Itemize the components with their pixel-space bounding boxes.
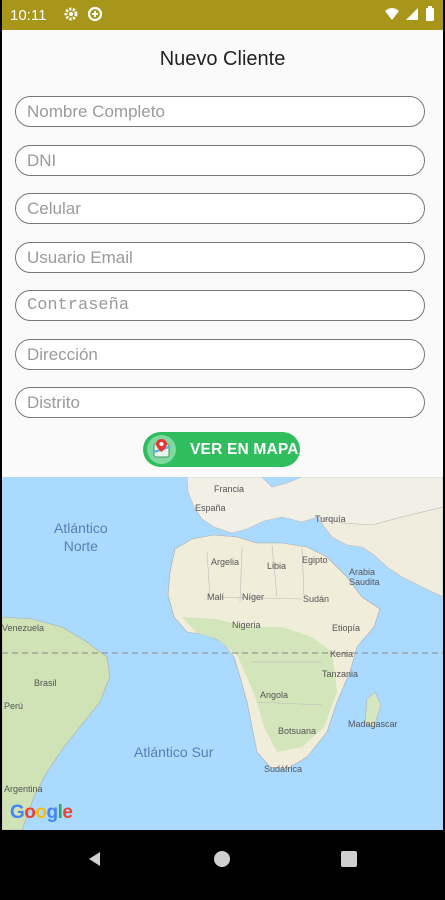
- settings-icon: [63, 5, 79, 28]
- map-label-argelia: Argelia: [211, 557, 240, 567]
- page-title: Nuevo Cliente: [159, 48, 286, 70]
- map-label-nigeria: Nigeria: [232, 620, 261, 630]
- password-input[interactable]: [16, 291, 424, 320]
- view-map-button[interactable]: VER EN MAPA: [143, 432, 300, 467]
- address-input[interactable]: [16, 340, 424, 369]
- map-label-turquia: Turquía: [315, 514, 346, 524]
- map-label-brasil: Brasil: [34, 678, 57, 688]
- data-saver-icon: [87, 5, 103, 28]
- navigation-bar: [2, 830, 443, 900]
- dni-input[interactable]: [16, 146, 424, 175]
- map-view[interactable]: Atlántico Norte Atlántico Sur Francia Es…: [2, 477, 443, 830]
- map-label-kenia: Kenia: [330, 649, 354, 659]
- phone-field[interactable]: [15, 193, 425, 224]
- signal-icon: [404, 5, 420, 28]
- map-label-peru: Perú: [4, 701, 24, 711]
- battery-icon: [425, 5, 435, 28]
- full-name-input[interactable]: [16, 97, 424, 126]
- map-label-niger: Níger: [242, 592, 265, 602]
- view-map-label: VER EN MAPA: [190, 441, 299, 458]
- map-label-botsuana: Botsuana: [278, 726, 317, 736]
- address-field[interactable]: [15, 339, 425, 370]
- map-label-arabia: Arabia Saudita: [349, 567, 380, 587]
- full-name-field[interactable]: [15, 96, 425, 127]
- map-label-madagascar: Madagascar: [348, 719, 398, 729]
- ocean-label-north: Atlántico Norte: [54, 519, 108, 555]
- map-label-mali: Malí: [207, 592, 225, 602]
- map-label-libia: Libia: [267, 561, 287, 571]
- home-icon[interactable]: [213, 850, 231, 873]
- form-area: Nuevo Cliente Nombre Completo DNI Celula…: [2, 30, 443, 477]
- map-label-angola: Angola: [260, 690, 289, 700]
- map-label-tanzania: Tanzania: [322, 669, 359, 679]
- district-input[interactable]: [16, 388, 424, 417]
- status-time: 10:11: [10, 7, 47, 24]
- district-field[interactable]: [15, 387, 425, 418]
- map-label-sudafrica: Sudáfrica: [264, 764, 303, 774]
- map-label-sudan: Sudán: [303, 594, 330, 604]
- map-label-argentina: Argentina: [4, 784, 43, 794]
- map-pin-icon: [147, 435, 176, 464]
- map-label-egipto: Egipto: [302, 555, 328, 565]
- phone-input[interactable]: [16, 194, 424, 223]
- password-field[interactable]: [15, 290, 425, 321]
- map-label-venezuela: Venezuela: [2, 623, 45, 633]
- ocean-south-text: Atlántico Sur: [134, 744, 214, 760]
- email-field[interactable]: [15, 242, 425, 273]
- recents-icon[interactable]: [340, 850, 358, 873]
- dni-field[interactable]: [15, 145, 425, 176]
- ocean-north-text: Atlántico Norte: [54, 520, 108, 554]
- status-bar: 10:11: [2, 0, 443, 30]
- wifi-icon: [384, 5, 400, 28]
- map-label-francia: Francia: [214, 484, 245, 494]
- app-screen: 10:11 Nuevo Cliente Nombre Completo DNI …: [2, 0, 443, 900]
- map-label-espana: España: [195, 503, 226, 513]
- google-logo: Google: [10, 802, 73, 823]
- back-icon[interactable]: [86, 850, 104, 873]
- email-input[interactable]: [16, 243, 424, 272]
- map-label-etiopia: Etiopía: [332, 623, 361, 633]
- ocean-label-south: Atlántico Sur: [134, 743, 213, 761]
